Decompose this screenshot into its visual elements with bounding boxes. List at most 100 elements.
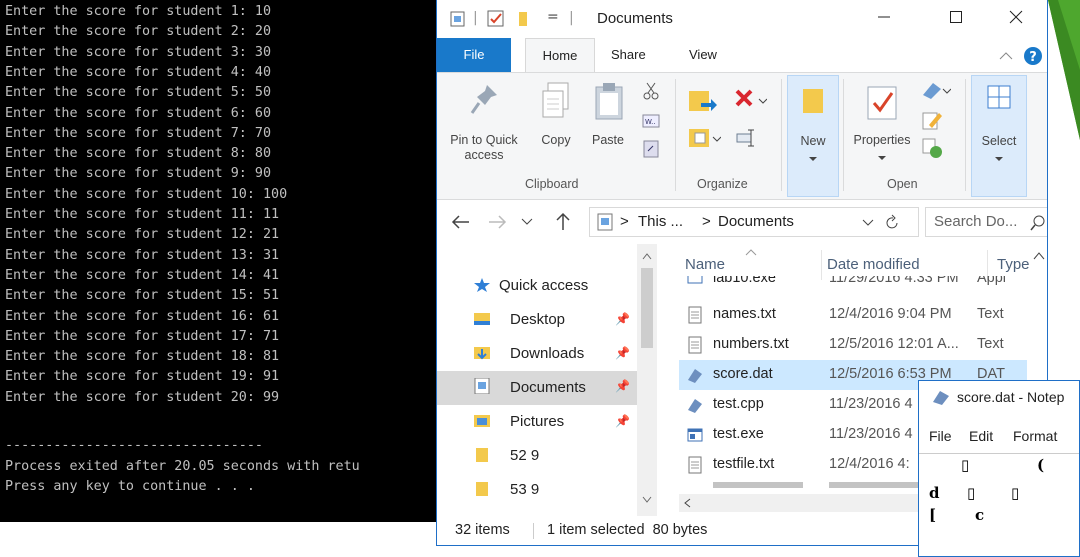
column-name[interactable]: Name [685, 256, 725, 273]
file-row[interactable]: names.txt 12/4/2016 9:04 PM Text [679, 300, 1027, 330]
help-icon[interactable]: ? [1023, 46, 1043, 66]
file-name: names.txt [713, 306, 776, 322]
downloads-icon [474, 347, 490, 360]
console-line: Enter the score for student 13: 31 [5, 247, 280, 263]
folder-icon [476, 448, 488, 462]
navigation-scrollbar[interactable] [637, 244, 657, 516]
paste-shortcut-icon[interactable] [641, 139, 661, 159]
properties-button[interactable]: Properties [847, 77, 917, 173]
partial-row-text [829, 482, 919, 488]
file-date: 12/5/2016 12:01 A... [829, 336, 959, 352]
scroll-up-icon[interactable] [1033, 250, 1045, 260]
content-char: c [975, 506, 985, 524]
maximize-button[interactable] [933, 4, 979, 34]
console-line: Enter the score for student 9: 90 [5, 166, 272, 182]
back-arrow-icon[interactable] [451, 214, 471, 230]
nav-item-documents[interactable]: Documents 📌 [437, 371, 637, 405]
file-name: numbers.txt [713, 336, 789, 352]
breadcrumb-documents[interactable]: Documents [718, 213, 794, 230]
console-line: Enter the score for student 7: 70 [5, 125, 272, 141]
forward-arrow-icon[interactable] [487, 214, 507, 230]
scroll-down-icon [642, 496, 652, 503]
svg-text:W..: W.. [645, 118, 656, 126]
status-divider [533, 523, 534, 539]
file-date: 11/29/2016 4:33 PM [829, 276, 959, 286]
open-icon[interactable] [921, 81, 951, 101]
text-file-icon [688, 456, 702, 474]
rename-icon[interactable] [735, 127, 757, 149]
copy-to-icon[interactable] [687, 125, 721, 151]
menu-format[interactable]: Format [1013, 428, 1057, 444]
refresh-icon[interactable] [884, 214, 900, 232]
pin-to-quick-access-button[interactable]: Pin to Quick access [441, 77, 527, 167]
exe-file-icon [687, 276, 703, 284]
copy-path-icon[interactable]: W.. [641, 111, 661, 131]
copy-label: Copy [541, 133, 571, 147]
cut-icon[interactable] [641, 81, 661, 101]
file-row[interactable]: lab10.exe 11/29/2016 4:33 PM Appl [679, 276, 1027, 290]
pin-label: Pin to Quick access [450, 133, 518, 162]
address-bar[interactable]: > This ... > Documents [589, 207, 919, 237]
file-date: 11/23/2016 4 [829, 396, 913, 412]
column-type[interactable]: Type [997, 256, 1030, 273]
console-line: Enter the score for student 5: 50 [5, 85, 272, 101]
text-file-icon [688, 336, 702, 354]
edit-icon[interactable] [921, 109, 943, 131]
menu-edit[interactable]: Edit [969, 428, 993, 444]
breadcrumb-separator: > [702, 213, 711, 230]
console-window[interactable]: Enter the score for student 1: 10 Enter t… [0, 0, 436, 522]
new-folder-icon[interactable] [515, 10, 533, 28]
chevron-down-icon [995, 157, 1003, 161]
up-arrow-icon[interactable] [555, 212, 571, 232]
console-line: Enter the score for student 11: 11 [5, 207, 280, 222]
scrollbar-thumb[interactable] [641, 268, 653, 348]
move-to-icon[interactable] [687, 85, 721, 115]
tab-view[interactable]: View [689, 38, 717, 72]
tab-share[interactable]: Share [611, 38, 646, 72]
group-divider [965, 79, 966, 191]
select-button[interactable]: Select [971, 75, 1027, 197]
copy-button[interactable]: Copy [533, 77, 579, 167]
paste-icon [595, 83, 623, 120]
file-name: testfile.txt [713, 456, 775, 472]
nav-item-folder-52-9[interactable]: 52 9 [437, 440, 637, 472]
history-icon[interactable] [921, 137, 943, 159]
nav-item-folder-53-9[interactable]: 53 9 [437, 474, 637, 506]
new-button[interactable]: New [787, 75, 839, 197]
column-date-modified[interactable]: Date modified [827, 256, 920, 273]
dat-file-icon [688, 369, 702, 383]
qat-separator: | [473, 10, 478, 26]
chevron-up-icon[interactable] [999, 50, 1013, 60]
nav-item-label: Pictures [510, 413, 565, 430]
recent-locations-chevron-icon[interactable] [521, 218, 533, 226]
search-input[interactable]: Search Do... [925, 207, 1047, 237]
nav-item-label: Documents [510, 379, 586, 396]
notepad-window[interactable]: score.dat - Notep File Edit Format ▯ ( d… [918, 380, 1080, 557]
folder-properties-icon[interactable] [449, 10, 467, 28]
menu-file[interactable]: File [929, 428, 952, 444]
nav-item-desktop[interactable]: Desktop 📌 [437, 304, 637, 336]
star-icon [474, 278, 490, 292]
select-all-icon [987, 85, 1011, 109]
window-title: Documents [597, 10, 673, 27]
breadcrumb-this-pc[interactable]: This ... [638, 213, 683, 230]
nav-item-quick-access[interactable]: Quick access [437, 270, 637, 302]
tab-home[interactable]: Home [525, 38, 595, 72]
close-button[interactable] [993, 4, 1039, 34]
address-dropdown-icon[interactable] [862, 219, 874, 227]
notepad-text-area[interactable]: ▯ ( d ▯ ▯ [ c [919, 453, 1079, 556]
qat-customize-dropdown[interactable]: = [547, 9, 559, 25]
select-label: Select [981, 134, 1017, 148]
nav-item-pictures[interactable]: Pictures 📌 [437, 406, 637, 438]
content-char: ( [1037, 456, 1045, 474]
minimize-button[interactable] [861, 4, 907, 34]
delete-icon[interactable] [733, 87, 767, 113]
nav-item-downloads[interactable]: Downloads 📌 [437, 338, 637, 370]
pin-icon: 📌 [615, 312, 630, 326]
tab-file[interactable]: File [437, 38, 511, 72]
checkmark-properties-icon[interactable] [487, 10, 505, 28]
file-row[interactable]: numbers.txt 12/5/2016 12:01 A... Text [679, 330, 1027, 360]
nav-item-label: Downloads [510, 345, 585, 362]
pin-icon: 📌 [615, 414, 630, 428]
paste-button[interactable]: Paste [585, 77, 631, 167]
